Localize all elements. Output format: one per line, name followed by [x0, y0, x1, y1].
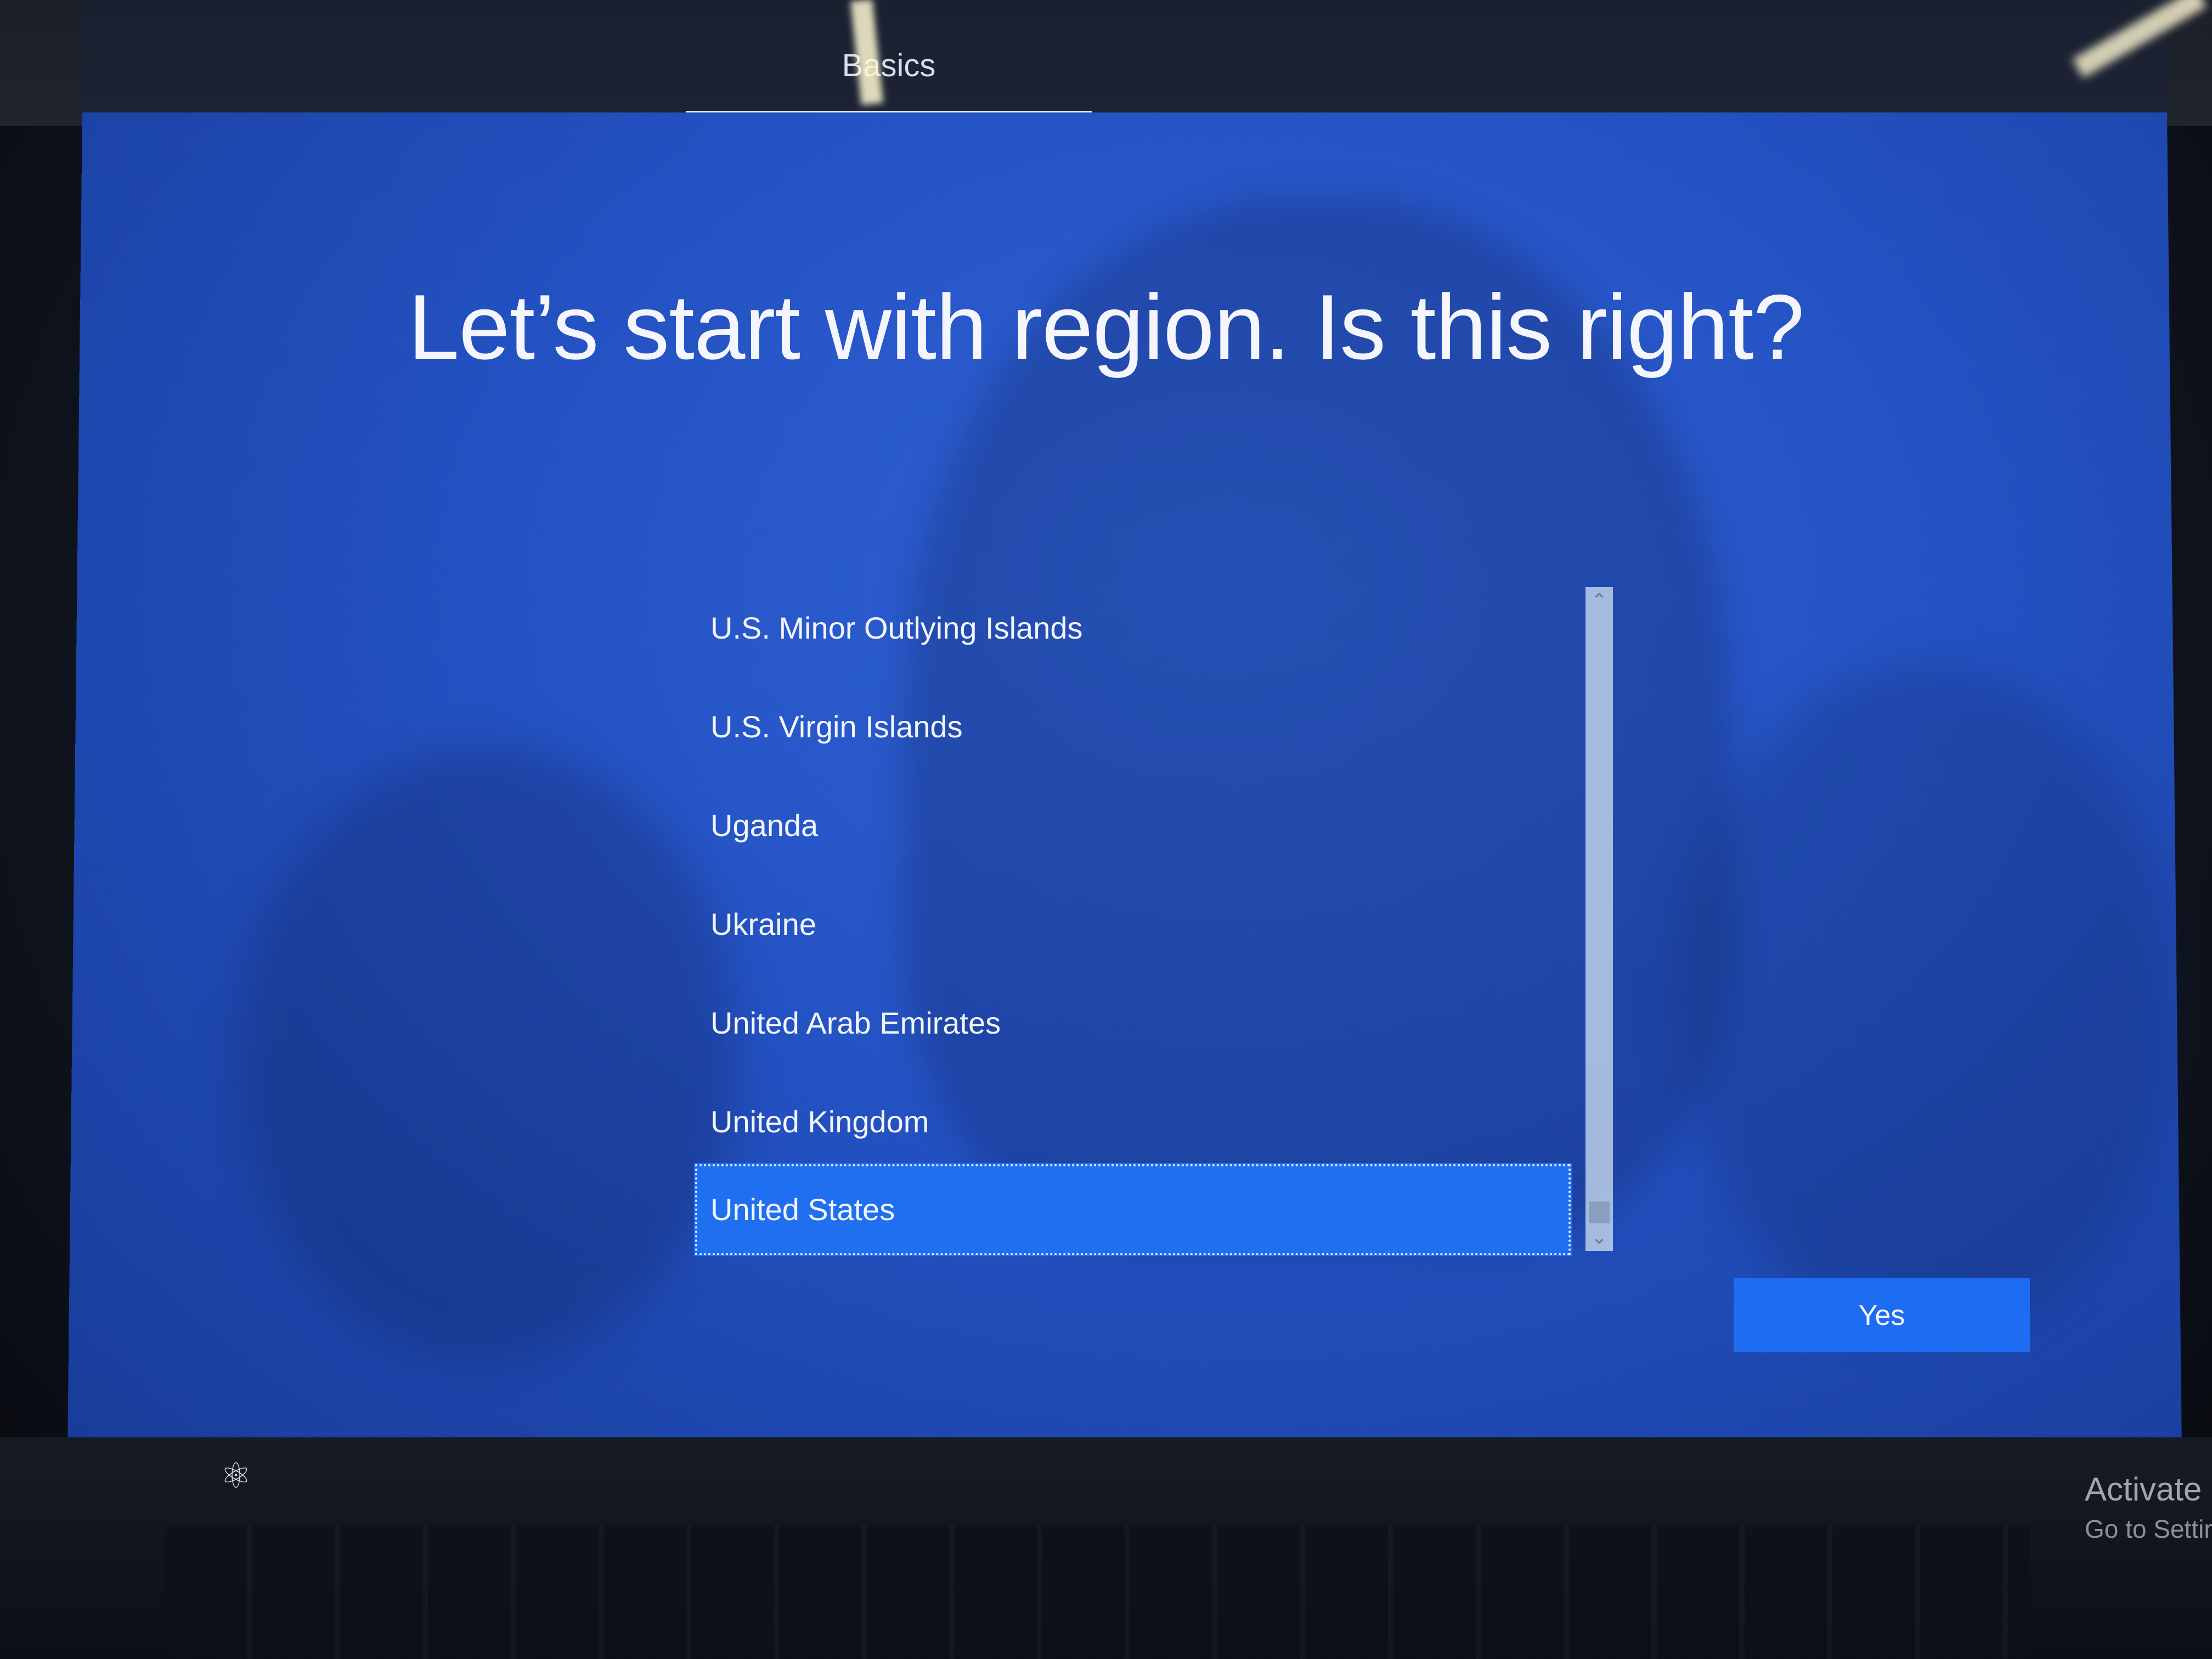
- region-list-item[interactable]: U.S. Virgin Islands: [694, 680, 1572, 774]
- region-list-item[interactable]: United Kingdom: [694, 1075, 1572, 1169]
- page-title: Let’s start with region. Is this right?: [408, 275, 1804, 379]
- region-list-item[interactable]: Uganda: [694, 779, 1572, 872]
- scroll-down-icon[interactable]: ⌄: [1585, 1223, 1613, 1251]
- tab-basics-label: Basics: [842, 48, 936, 83]
- activation-watermark-title: Activate: [2085, 1471, 2202, 1508]
- region-list-item[interactable]: United Arab Emirates: [694, 977, 1572, 1070]
- region-list-scrollbar[interactable]: ⌃ ⌄: [1585, 587, 1613, 1251]
- photo-scene: Basics Let’s start with region. Is this …: [0, 0, 2212, 1659]
- scroll-thumb[interactable]: [1589, 1201, 1610, 1223]
- tab-basics[interactable]: Basics: [686, 33, 1092, 115]
- accessibility-icon[interactable]: ⚛: [214, 1454, 258, 1498]
- activation-watermark-subtitle: Go to Settir: [2085, 1515, 2212, 1543]
- region-list-item-selected[interactable]: United States: [694, 1163, 1572, 1256]
- region-list[interactable]: U.S. Minor Outlying Islands U.S. Virgin …: [694, 582, 1616, 1273]
- screen-reflection: [1676, 664, 2181, 1335]
- yes-button[interactable]: Yes: [1734, 1278, 2030, 1352]
- screen-reflection: [235, 747, 738, 1363]
- region-list-item[interactable]: Ukraine: [694, 878, 1572, 971]
- region-list-item[interactable]: U.S. Minor Outlying Islands: [694, 582, 1572, 675]
- top-navigation: Basics: [82, 0, 2167, 115]
- laptop-keyboard: [165, 1525, 2030, 1659]
- scroll-up-icon[interactable]: ⌃: [1585, 587, 1613, 614]
